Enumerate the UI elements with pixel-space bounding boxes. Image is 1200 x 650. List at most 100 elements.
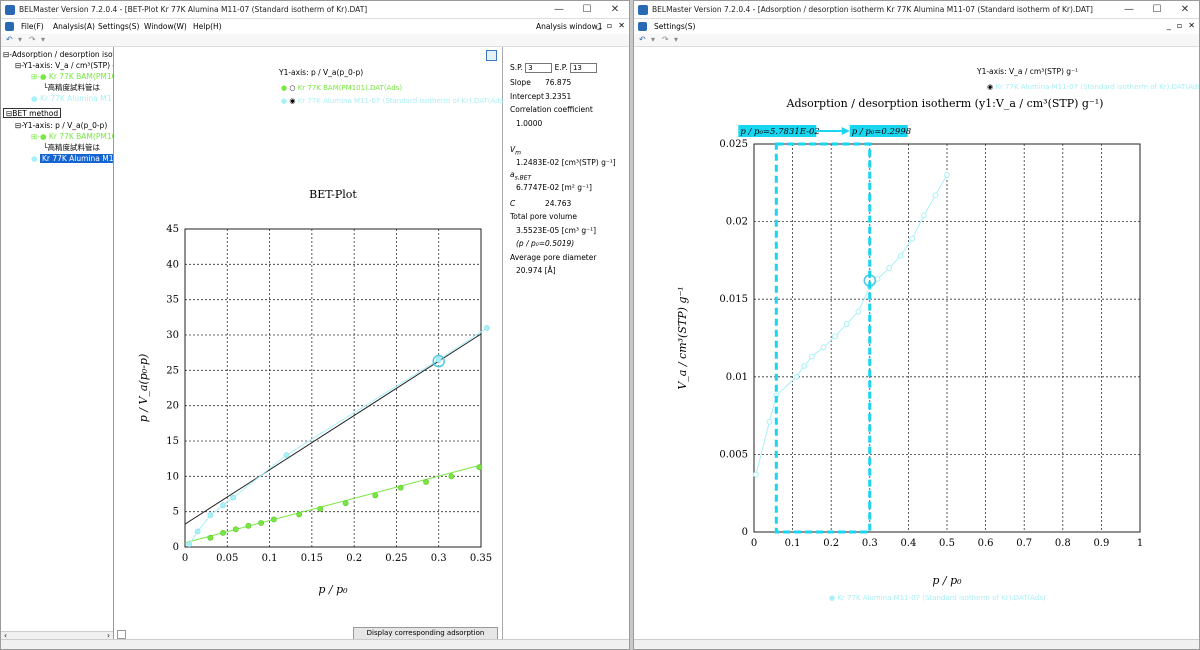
data-point xyxy=(843,321,850,327)
dropdown-icon-2[interactable]: ▾ xyxy=(41,35,45,44)
x-tick-label: 0.35 xyxy=(470,553,492,564)
x-tick-label: 0.15 xyxy=(301,553,323,564)
undo-icon[interactable]: ↶ xyxy=(639,35,646,44)
close-button[interactable]: ✕ xyxy=(601,1,629,19)
maximize-button[interactable]: ☐ xyxy=(573,1,601,19)
tree-node-alumina[interactable]: ● Kr 77K Alumina M1 xyxy=(31,94,112,104)
menu-window[interactable]: Window(W) xyxy=(144,22,187,31)
intercept-label: Intercept xyxy=(510,92,544,101)
tree-node-bet-bam[interactable]: ⊞-● Kr 77K BAM(PM101 xyxy=(31,132,114,142)
menu-help[interactable]: Help(H) xyxy=(193,22,222,31)
menu-settings[interactable]: Settings(S) xyxy=(654,22,695,31)
menu-analysis[interactable]: Analysis(A) xyxy=(53,22,95,31)
x-tick-label: 0.2 xyxy=(346,553,362,564)
legend-item-alumina[interactable]: ● ◉ Kr 77K Alumina M11-07 (Standard isot… xyxy=(281,97,506,105)
y-tick-label: 0 xyxy=(742,527,748,538)
data-point xyxy=(258,520,265,526)
intercept-row: Intercept 3.2351 xyxy=(510,92,571,101)
data-point xyxy=(220,529,226,536)
y-tick-label: 25 xyxy=(166,365,179,376)
menu-bar: File(F) Analysis(A) Settings(S) Window(W… xyxy=(1,19,629,34)
legend-label: Kr 77K Alumina M11-07 (Standard isotherm… xyxy=(297,97,506,105)
tree-node-y1-axis[interactable]: ⊟-Y1-axis: V_a / cm³(STP) g xyxy=(15,61,113,71)
data-point xyxy=(296,511,303,518)
tree-node-bet-y1[interactable]: ⊟-Y1-axis: p / V_a(p_0-p) xyxy=(15,121,107,131)
redo-icon[interactable]: ↷ xyxy=(29,35,36,44)
apd-value: 20.974 [Å] xyxy=(516,266,556,275)
data-point xyxy=(920,212,927,219)
tree-node-bet-note[interactable]: └高精度試料管は xyxy=(43,143,100,153)
close-button[interactable]: ✕ xyxy=(1171,1,1199,19)
footer-legend-label: Kr 77K Alumina M11-07 (Standard isotherm… xyxy=(837,594,1046,602)
y-tick-label: 10 xyxy=(166,471,179,482)
radio-unselected-icon[interactable]: ○ xyxy=(289,84,295,92)
tree-node-bam[interactable]: ⊞-● Kr 77K BAM(PM101 xyxy=(31,72,113,82)
minimize-button[interactable]: — xyxy=(545,1,573,19)
mdi-close-button[interactable]: ✕ xyxy=(618,21,625,30)
data-point xyxy=(448,473,455,480)
legend-item-alumina[interactable]: ◉ Kr 77K Alumina M11-07 (Standard isothe… xyxy=(987,83,1199,91)
maximize-button[interactable]: ☐ xyxy=(1143,1,1171,19)
radio-selected-icon[interactable]: ◉ xyxy=(289,97,295,105)
undo-icon[interactable]: ↶ xyxy=(6,35,13,44)
data-point xyxy=(270,516,277,523)
isotherm-window: BELMaster Version 7.2.0.4 - [Adsorption … xyxy=(633,0,1200,650)
as-label: as,BET xyxy=(510,170,531,182)
x-tick-label: 0.4 xyxy=(900,538,916,549)
y-tick-label: 0.01 xyxy=(726,372,748,383)
legend-marker-icon: ● xyxy=(281,97,288,105)
dropdown-icon[interactable]: ▾ xyxy=(651,35,655,44)
ep-input[interactable]: 13 xyxy=(569,63,597,73)
legend-item-bam[interactable]: ● ○ Kr 77K BAM(PM101).DAT(Ads) xyxy=(281,84,402,92)
tree-label: Kr 77K BAM(PM101 xyxy=(48,132,114,141)
data-point xyxy=(232,526,239,533)
menu-file[interactable]: File(F) xyxy=(21,22,44,31)
x-tick-label: 0.3 xyxy=(862,538,878,549)
slope-row: Slope 76.875 xyxy=(510,78,571,87)
bet-plot-window: BELMaster Version 7.2.0.4 - [BET-Plot Kr… xyxy=(0,0,630,650)
mdi-minimize-button[interactable]: _ xyxy=(597,21,601,30)
c-label: C xyxy=(510,199,516,208)
data-point xyxy=(832,333,838,340)
y-tick-label: 0.005 xyxy=(719,449,748,460)
y-axis-label: p / V_a(p₀-p) xyxy=(137,354,150,423)
y-tick-label: 15 xyxy=(166,436,179,447)
data-point xyxy=(283,452,290,459)
ep-label: E.P. xyxy=(554,63,568,72)
sp-input[interactable]: 3 xyxy=(525,63,553,73)
tree-node-note[interactable]: └高精度試料管は xyxy=(43,83,100,93)
menu-settings[interactable]: Settings(S) xyxy=(98,22,139,31)
tree-node-bet[interactable]: ⊟BET method xyxy=(3,108,62,118)
range-arrow-head xyxy=(841,127,850,135)
y-tick-label: 35 xyxy=(166,295,179,306)
tpv-value: 3.5523E-05 [cm³ g⁻¹] xyxy=(516,226,597,235)
series-line xyxy=(755,174,948,475)
radio-selected-icon[interactable]: ◉ xyxy=(987,83,993,91)
as-value: 6.7747E-02 [m² g⁻¹] xyxy=(516,183,592,192)
data-point xyxy=(220,502,226,509)
app-icon xyxy=(5,5,15,15)
mdi-minimize-button[interactable]: _ xyxy=(1167,21,1171,30)
mdi-restore-button[interactable]: ▫ xyxy=(1177,21,1182,30)
dropdown-icon[interactable]: ▾ xyxy=(18,35,22,44)
x-tick-label: 0 xyxy=(182,553,188,564)
menu-bar: Settings(S) _ ▫ ✕ xyxy=(634,19,1199,34)
tree-node-adsorption[interactable]: ⊟-Adsorption / desorption isoth xyxy=(3,50,113,60)
mdi-close-button[interactable]: ✕ xyxy=(1188,21,1195,30)
minimize-button[interactable]: — xyxy=(1115,1,1143,19)
x-tick-label: 0.1 xyxy=(785,538,801,549)
y-axis-label: V_a / cm³(STP) g⁻¹ xyxy=(676,286,689,389)
dropdown-icon-2[interactable]: ▾ xyxy=(674,35,678,44)
y-tick-label: 45 xyxy=(166,224,179,235)
toolbar: ↶ ▾ ↷ ▾ xyxy=(1,34,629,47)
slope-label: Slope xyxy=(510,78,531,87)
bet-plot-chart: BET-Plot 0 0.05 0.1 0.15 0.2 0.25 0.3 0.35 0 5 10 15… xyxy=(137,188,492,596)
chart-settings-icon[interactable] xyxy=(486,50,497,61)
redo-icon[interactable]: ↷ xyxy=(662,35,669,44)
slope-value: 76.875 xyxy=(545,78,572,87)
legend-axis-label: Y1-axis: p / V_a(p_0-p) xyxy=(279,68,364,77)
bet-results-pane: S.P. 3 E.P. 13 Slope 76.875 Intercept 3.23… xyxy=(504,47,629,641)
mdi-restore-button[interactable]: ▫ xyxy=(607,21,612,30)
tree-node-bet-alumina[interactable]: ● Kr 77K Alumina M1 xyxy=(31,154,113,164)
title-bar: BELMaster Version 7.2.0.4 - [Adsorption … xyxy=(634,1,1199,19)
